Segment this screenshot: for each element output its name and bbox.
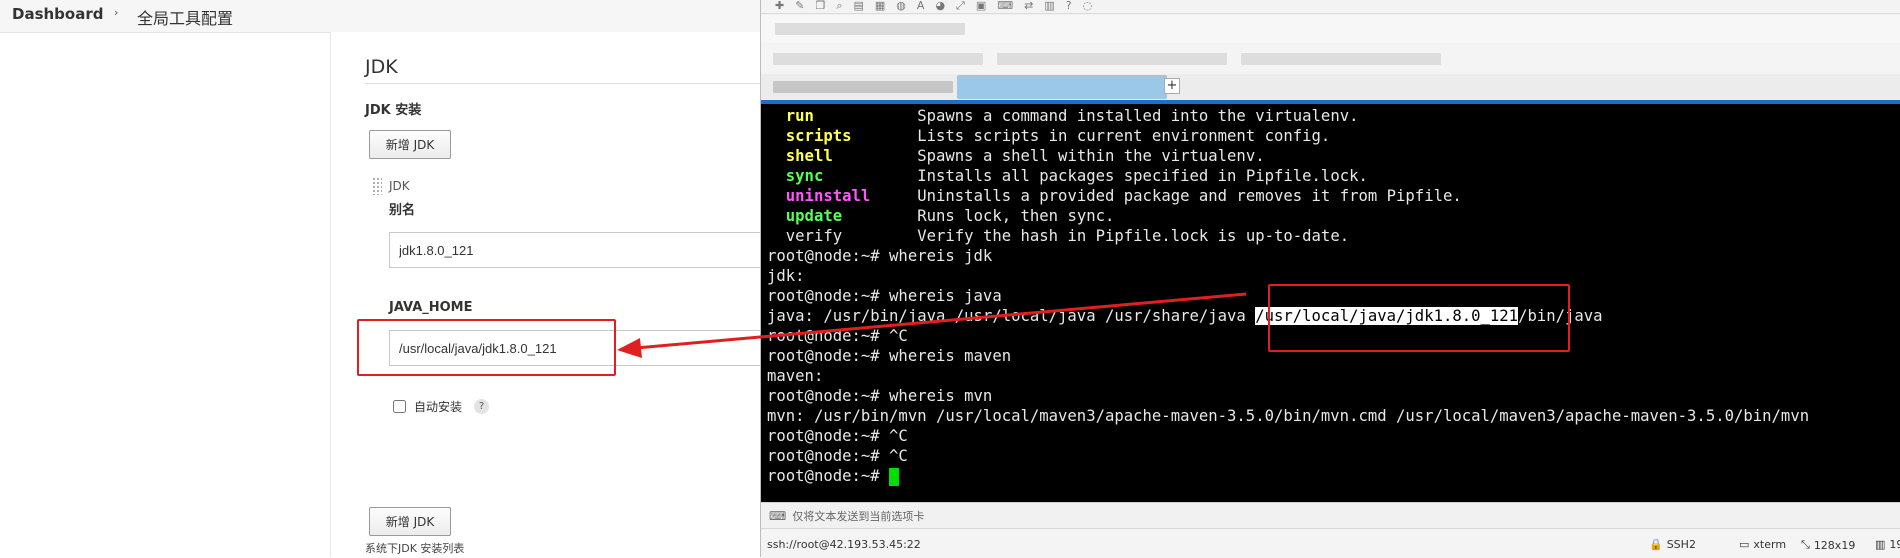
breadcrumb-separator-icon: ›: [114, 6, 119, 19]
protocol-status: 🔒 SSH2: [1649, 538, 1696, 551]
globe-icon[interactable]: ◍: [896, 0, 906, 13]
terminal-line: root@node:~# ^C: [767, 447, 908, 465]
color-icon[interactable]: ◕: [935, 0, 945, 13]
terminal-icon: ▭: [1739, 538, 1750, 551]
chat-icon[interactable]: ◌: [1083, 0, 1093, 13]
jdk-name-input[interactable]: [389, 232, 761, 268]
jdk-installations-title: JDK 安装: [365, 103, 422, 118]
search-icon[interactable]: ⌕: [836, 0, 842, 13]
lock-icon: 🔒: [1649, 538, 1663, 551]
breadcrumb-dashboard-link[interactable]: Dashboard: [12, 5, 103, 23]
fullscreen-icon[interactable]: ⤢: [956, 0, 965, 13]
resize-icon: ⤡: [1801, 538, 1810, 551]
terminal-toolbar: ✚ ✎ ❐ ⌕ ▤ ▦ ◍ A ◕ ⤢ ▣ ⌨ ⇄ ▥ ? ◌: [761, 0, 1900, 14]
paint-icon[interactable]: ✎: [795, 0, 804, 13]
print-icon[interactable]: ▤: [853, 0, 863, 13]
terminal-line: jdk:: [767, 267, 805, 285]
copy-icon[interactable]: ❐: [815, 0, 825, 13]
auto-install-checkbox[interactable]: [393, 400, 406, 413]
connection-status: ssh://root@42.193.53.45:22: [767, 538, 921, 551]
jdk-config-panel: JDK JDK 安装 新增 JDK JDK 别名 JAVA_HOME 自动安装 …: [330, 32, 765, 557]
terminal-line: uninstall Uninstalls a provided package …: [785, 187, 1462, 205]
position-icon: ▥: [1875, 538, 1886, 551]
grid-icon[interactable]: ▦: [875, 0, 885, 13]
keyboard-icon[interactable]: ⌨: [997, 0, 1013, 13]
terminal-line: shell Spawns a shell within the virtuale…: [785, 147, 1265, 165]
terminal-line: root@node:~# whereis maven: [767, 347, 1012, 365]
redacted-tab[interactable]: [773, 81, 953, 93]
jdk-item-label: JDK: [389, 179, 410, 193]
keyboard-icon: ⌨: [769, 508, 787, 523]
layout-icon[interactable]: ▥: [1044, 0, 1054, 13]
add-jdk-button[interactable]: 新增 JDK: [369, 130, 451, 159]
cursor-position-status: ▥19,14: [1875, 538, 1900, 551]
terminal-cursor: [889, 467, 900, 486]
help-icon[interactable]: ?: [474, 399, 490, 414]
session-bar-redacted: [761, 43, 1900, 74]
help-circle-icon[interactable]: ?: [1066, 0, 1072, 13]
jdk-name-label: 别名: [389, 203, 416, 218]
terminal-line: scripts Lists scripts in current environ…: [785, 127, 1331, 145]
highlight-box-java-home: [357, 319, 616, 376]
terminal-size-status: ⤡ 128x19: [1801, 538, 1856, 552]
redacted-block: [773, 53, 983, 65]
terminal-line: root@node:~# ^C: [767, 327, 908, 345]
terminal-prompt-line: root@node:~#: [767, 466, 900, 486]
highlight-box-jdk-path: [1268, 284, 1570, 352]
font-icon[interactable]: A: [917, 0, 925, 13]
breadcrumb-current-page[interactable]: 全局工具配置: [137, 5, 233, 29]
section-divider: [365, 83, 765, 84]
auto-install-row: 自动安装 ?: [393, 398, 490, 415]
java-home-label: JAVA_HOME: [389, 300, 473, 315]
jdk-list-footer-text: 系统下JDK 安装列表: [365, 542, 465, 555]
terminal-type-status: ▭ xterm: [1739, 538, 1787, 551]
new-session-icon[interactable]: ✚: [775, 0, 784, 13]
lock-icon[interactable]: ▣: [976, 0, 986, 13]
redacted-block: [775, 23, 965, 35]
drag-handle-icon[interactable]: [372, 177, 382, 195]
status-bar: ssh://root@42.193.53.45:22 🔒 SSH2 ▭ xterm …: [761, 528, 1900, 558]
address-bar-redacted: [761, 15, 1900, 43]
terminal-line: root@node:~# whereis mvn: [767, 387, 993, 405]
terminal-line: run Spawns a command installed into the …: [785, 107, 1359, 125]
auto-install-label: 自动安装: [414, 400, 463, 414]
transfer-icon[interactable]: ⇄: [1024, 0, 1033, 13]
terminal-line: update Runs lock, then sync.: [785, 207, 1115, 225]
terminal-line: root@node:~# whereis jdk: [767, 247, 993, 265]
terminal-line: verify Verify the hash in Pipfile.lock i…: [785, 227, 1350, 245]
terminal-line: maven:: [767, 367, 824, 385]
active-session-tab[interactable]: [957, 75, 1167, 99]
terminal-line: root@node:~# whereis java: [767, 287, 1002, 305]
terminal-line: mvn: /usr/bin/mvn /usr/local/maven3/apac…: [767, 407, 1810, 425]
add-jdk-bottom-button[interactable]: 新增 JDK: [369, 507, 451, 536]
section-title: JDK: [365, 56, 398, 78]
ssh-terminal-window: ✚ ✎ ❐ ⌕ ▤ ▦ ◍ A ◕ ⤢ ▣ ⌨ ⇄ ▥ ? ◌ + run Sp…: [760, 0, 1900, 558]
breadcrumb: Dashboard › 全局工具配置: [0, 0, 760, 33]
session-tab-row: [761, 74, 1900, 100]
terminal-line: root@node:~# ^C: [767, 427, 908, 445]
redacted-block: [997, 53, 1227, 65]
send-input-placeholder: 仅将文本发送到当前选项卡: [792, 509, 925, 523]
redacted-block: [1241, 53, 1441, 65]
terminal-line: sync Installs all packages specified in …: [785, 167, 1368, 185]
send-input-bar[interactable]: ⌨ 仅将文本发送到当前选项卡: [761, 502, 1900, 528]
add-tab-button[interactable]: +: [1164, 78, 1180, 94]
